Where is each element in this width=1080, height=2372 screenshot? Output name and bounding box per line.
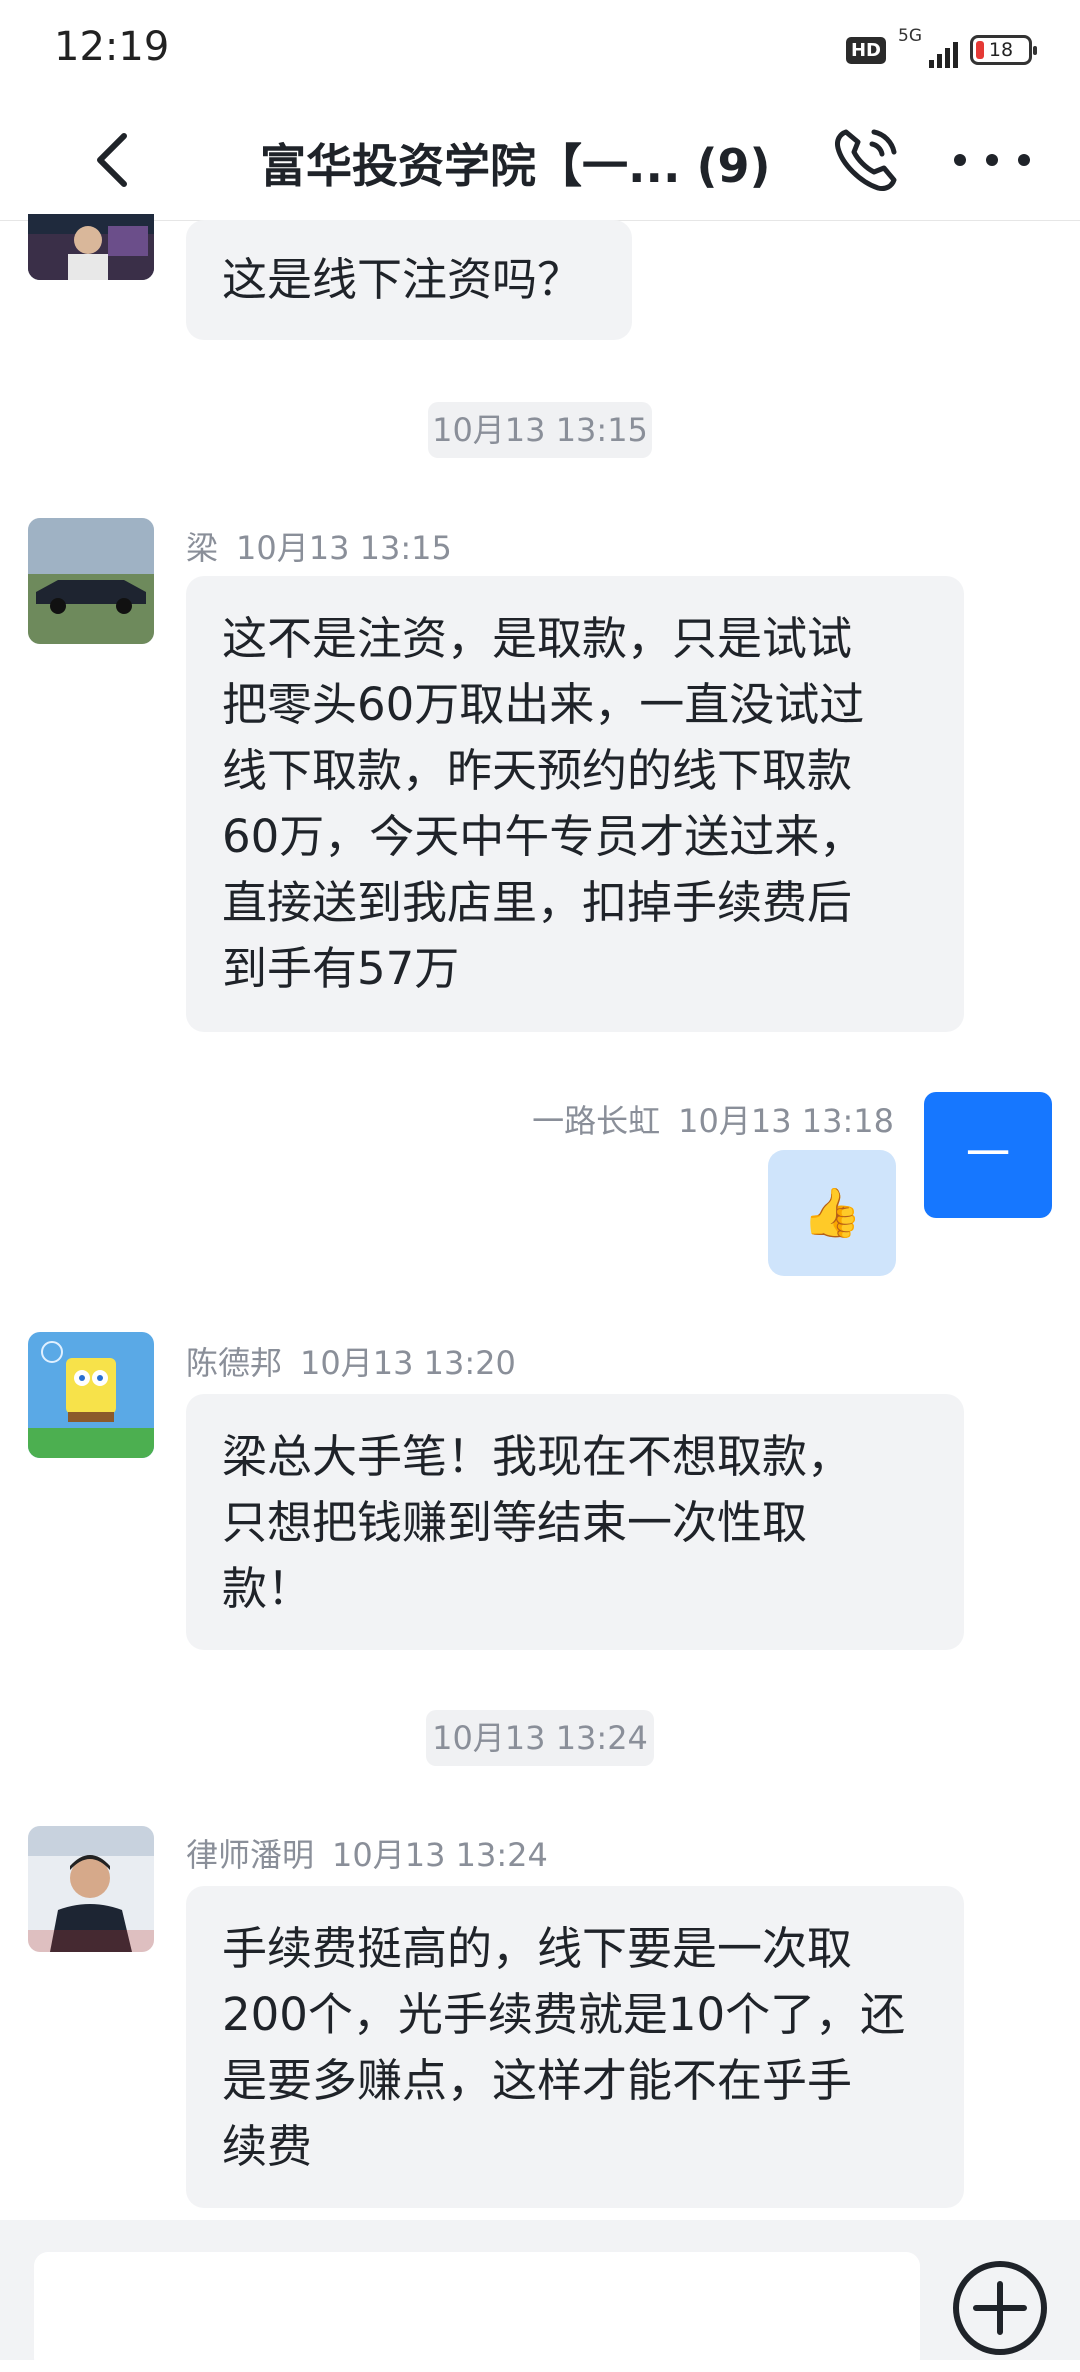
message-text-line: 是要多赚点，这样才能不在乎手	[222, 2054, 853, 2107]
avatar[interactable]: 一	[924, 1092, 1052, 1218]
battery-icon: 18	[970, 35, 1037, 65]
message-text-line: 线下取款，昨天预约的线下取款	[222, 744, 853, 797]
sender-name: 律师潘明	[186, 1836, 315, 1874]
avatar[interactable]	[28, 1332, 154, 1458]
plus-circle-icon	[953, 2261, 1047, 2355]
message-text: 这是线下注资吗？	[222, 253, 583, 306]
chat-title: 富华投资学院【一... (9)	[260, 139, 771, 193]
message-input[interactable]	[34, 2252, 920, 2372]
back-button[interactable]	[80, 124, 152, 196]
chat-header: 富华投资学院【一... (9)	[0, 100, 1080, 221]
message-time: 10月13 13:20	[300, 1344, 516, 1382]
message-text-line: 200个，光手续费就是10个了，还	[222, 1988, 906, 2041]
sender-line: 梁 10月13 13:15	[186, 523, 452, 569]
avatar[interactable]	[28, 518, 154, 644]
sender-name: 梁	[186, 529, 219, 567]
message-bubble[interactable]: 梁总大手笔！我现在不想取款， 只想把钱赚到等结束一次性取 款！	[186, 1394, 964, 1650]
battery-level: 18	[988, 39, 1014, 61]
add-attachment-button[interactable]	[952, 2260, 1048, 2356]
message-text-line: 直接送到我店里，扣掉手续费后	[222, 876, 853, 929]
phone-icon	[835, 129, 897, 191]
cellular-signal-icon: 5G	[898, 26, 958, 70]
message-bubble[interactable]: 👍	[768, 1150, 896, 1276]
chevron-left-icon	[97, 133, 127, 187]
status-icons: HD 5G 18	[845, 26, 1037, 70]
message-time: 10月13 13:24	[332, 1836, 548, 1874]
more-dots-icon	[954, 154, 1030, 166]
voice-call-button[interactable]	[826, 120, 906, 200]
message-text-line: 只想把钱赚到等结束一次性取	[222, 1496, 808, 1549]
sender-line: 一路长虹 10月13 13:18	[532, 1096, 894, 1142]
network-type-label: 5G	[898, 26, 922, 46]
message-time: 10月13 13:15	[236, 529, 452, 567]
avatar-image	[28, 1826, 154, 1952]
avatar-image	[28, 518, 154, 644]
message-text-line: 续费	[222, 2120, 313, 2173]
message-text-line: 把零头60万取出来，一直没试过	[222, 678, 865, 731]
message-bubble[interactable]: 这不是注资，是取款，只是试试 把零头60万取出来，一直没试过 线下取款，昨天预约…	[186, 576, 964, 1032]
sender-line: 律师潘明 10月13 13:24	[186, 1830, 548, 1876]
message-text-line: 款！	[222, 1562, 313, 1615]
avatar-initial: 一	[966, 1129, 1010, 1180]
hd-icon: HD	[845, 36, 886, 64]
avatar[interactable]	[28, 1826, 154, 1952]
message-text-line: 这不是注资，是取款，只是试试	[222, 612, 853, 665]
thumbs-up-emoji: 👍	[802, 1185, 862, 1241]
sender-line: 陈德邦 10月13 13:20	[186, 1338, 516, 1384]
message-text-line: 梁总大手笔！我现在不想取款，	[222, 1430, 853, 1483]
message-bubble[interactable]: 手续费挺高的，线下要是一次取 200个，光手续费就是10个了，还 是要多赚点，这…	[186, 1886, 964, 2208]
message-time: 10月13 13:18	[678, 1102, 894, 1140]
time-divider: 10月13 13:15	[428, 402, 652, 458]
status-time: 12:19	[54, 24, 170, 70]
sender-name: 陈德邦	[186, 1344, 283, 1382]
message-text-line: 60万，今天中午专员才送过来，	[222, 810, 865, 863]
status-bar: 12:19 HD 5G 18	[0, 0, 1080, 100]
message-bubble[interactable]: 这是线下注资吗？	[186, 220, 632, 340]
message-text-line: 到手有57万	[222, 942, 460, 995]
time-divider: 10月13 13:24	[426, 1710, 654, 1766]
message-text-line: 手续费挺高的，线下要是一次取	[222, 1922, 853, 1975]
message-composer	[0, 2220, 1080, 2372]
avatar-image	[28, 1332, 154, 1458]
more-options-button[interactable]	[948, 130, 1048, 190]
sender-name: 一路长虹	[532, 1102, 661, 1140]
